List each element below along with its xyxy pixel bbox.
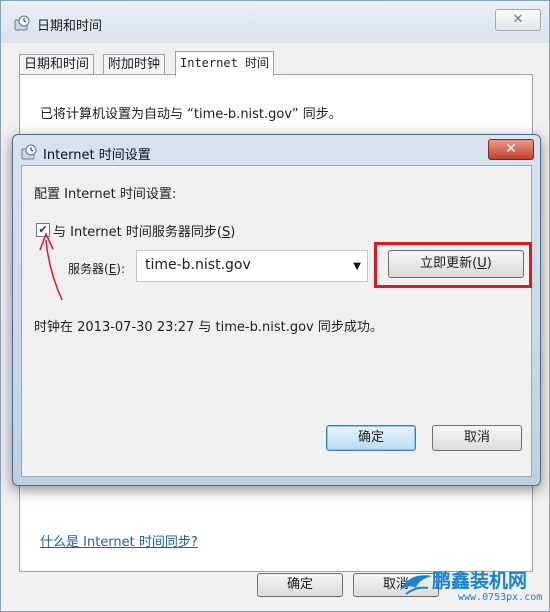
dialog-cancel-button[interactable]: 取消 [432,425,522,451]
outer-titlebar: 日期和时间 ✕ [1,1,549,43]
dropdown-arrow-icon[interactable]: ▼ [353,261,361,272]
clock-icon [14,15,30,31]
clock-icon [21,144,37,160]
internet-time-settings-dialog: Internet 时间设置 ✕ 配置 Internet 时间设置: ✔ 与 In… [12,134,541,486]
sync-checkbox-label[interactable]: 与 Internet 时间服务器同步(S) [53,221,235,240]
dialog-ok-button[interactable]: 确定 [326,425,416,451]
server-value: time-b.nist.gov [145,257,251,273]
close-icon: ✕ [512,12,524,27]
server-label: 服务器(E): [68,262,126,276]
dialog-close-button[interactable]: ✕ [488,139,534,160]
outer-ok-button[interactable]: 确定 [257,573,343,597]
dialog-title: Internet 时间设置 [43,148,151,163]
outer-window-title: 日期和时间 [37,19,103,34]
config-label: 配置 Internet 时间设置: [34,187,177,202]
dialog-body: 配置 Internet 时间设置: ✔ 与 Internet 时间服务器同步(S… [21,165,532,477]
last-sync-status: 时钟在 2013-07-30 23:27 与 time-b.nist.gov 同… [34,320,383,335]
check-icon: ✔ [38,223,48,236]
tab-date-time[interactable]: 日期和时间 [19,54,95,75]
outer-close-button[interactable]: ✕ [495,9,541,31]
update-now-button[interactable]: 立即更新(U) [388,250,524,278]
watermark-url: www.0753px.com [458,592,543,603]
close-icon: ✕ [505,141,517,157]
watermark-brand: 鹏鑫装机网 [432,570,528,592]
watermark: 鹏鑫装机网 www.0753px.com [398,566,548,610]
bird-logo-icon [400,575,432,595]
server-combobox[interactable]: time-b.nist.gov ▼ [136,250,368,282]
help-link[interactable]: 什么是 Internet 时间同步? [40,531,198,550]
tab-additional-clocks[interactable]: 附加时钟 [103,54,166,75]
tab-internet-time[interactable]: Internet 时间 [175,51,275,76]
sync-status-text: 已将计算机设置为自动与 “time-b.nist.gov” 同步。 [40,107,342,122]
sync-checkbox[interactable]: ✔ [36,223,50,237]
